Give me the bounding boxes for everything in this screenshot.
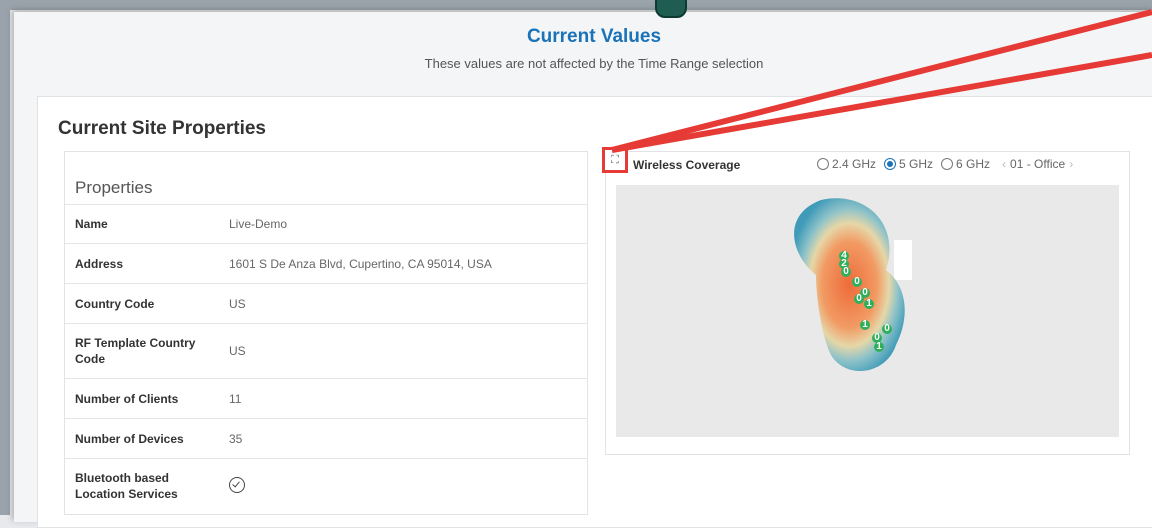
band-radio-6ghz[interactable]: 6 GHz — [941, 157, 990, 171]
table-row: Number of Devices 35 — [65, 418, 587, 459]
table-row: Name Live-Demo — [65, 204, 587, 244]
page-title: Current Values — [526, 26, 662, 47]
ap-marker[interactable]: 0 — [882, 324, 892, 334]
table-row: Country Code US — [65, 283, 587, 324]
ap-marker[interactable]: 1 — [874, 342, 884, 352]
band-label: 2.4 GHz — [832, 157, 877, 171]
section-title: Current Site Properties — [58, 118, 266, 139]
map-floorplan-gap — [894, 240, 912, 280]
property-value: Live-Demo — [229, 217, 288, 231]
band-label: 6 GHz — [956, 157, 991, 171]
page-subtitle: These values are not affected by the Tim… — [424, 56, 764, 71]
property-value: US — [229, 344, 246, 358]
expand-button[interactable]: ⛶ — [602, 147, 628, 173]
heatmap-svg — [616, 185, 1119, 437]
table-row: RF Template Country Code US — [65, 323, 587, 379]
expand-icon: ⛶ — [611, 153, 619, 166]
property-value: 35 — [229, 431, 243, 446]
radio-dot — [941, 158, 954, 170]
property-key: RF Template Country Code — [75, 336, 196, 366]
property-key: Name — [75, 217, 108, 231]
property-value: 1601 S De Anza Blvd, Cupertino, CA 95014… — [229, 256, 492, 271]
property-key: Address — [75, 256, 124, 271]
band-radio-5ghz[interactable]: 5 GHz — [884, 157, 933, 171]
window-frame-top — [0, 0, 1152, 10]
app-window: Current Values These values are not affe… — [14, 12, 1152, 528]
coverage-heatmap[interactable]: 4 2 0 0 0 0 1 1 0 0 1 — [616, 185, 1119, 437]
ap-marker[interactable]: 1 — [864, 299, 874, 309]
property-value: 11 — [229, 391, 242, 406]
coverage-title: Wireless Coverage — [633, 158, 741, 172]
ap-marker[interactable]: 1 — [860, 320, 870, 330]
current-values-header: Current Values These values are not affe… — [14, 12, 1152, 96]
properties-table: Name Live-Demo Address 1601 S De Anza Bl… — [65, 204, 587, 514]
chevron-right-icon[interactable]: › — [1065, 157, 1077, 171]
wireless-coverage-card: ⛶ Wireless Coverage 2.4 GHz 5 GHz 6 GHz … — [602, 147, 1130, 455]
ap-marker[interactable]: 0 — [854, 294, 864, 304]
radio-dot — [884, 158, 897, 170]
property-key: Number of Clients — [75, 391, 179, 406]
table-row: Address 1601 S De Anza Blvd, Cupertino, … — [65, 243, 587, 284]
check-circle-icon — [229, 476, 245, 493]
radio-dot — [817, 158, 829, 170]
window-frame-left — [0, 0, 10, 515]
site-properties-panel: Current Site Properties Properties Name … — [37, 96, 1152, 528]
floor-navigator: ‹ 01 - Office › — [998, 157, 1077, 171]
chevron-left-icon[interactable]: ‹ — [998, 157, 1010, 171]
properties-heading: Properties — [75, 178, 153, 197]
property-key: Bluetooth based Location Services — [75, 471, 178, 502]
property-value — [219, 459, 587, 514]
properties-card: Properties Name Live-Demo Address 1601 S… — [64, 151, 588, 515]
ap-marker[interactable]: 0 — [852, 277, 862, 287]
band-radio-2-4ghz[interactable]: 2.4 GHz — [817, 157, 876, 171]
band-label: 5 GHz — [899, 157, 934, 171]
floor-name: 01 - Office — [1010, 157, 1066, 171]
property-key: Number of Devices — [75, 431, 184, 446]
band-selector: 2.4 GHz 5 GHz 6 GHz ‹ 01 - Office › — [817, 157, 1077, 171]
property-key: Country Code — [75, 296, 155, 311]
ap-marker[interactable]: 0 — [841, 267, 851, 277]
table-row: Bluetooth based Location Services — [65, 458, 587, 514]
table-row: Number of Clients 11 — [65, 378, 587, 419]
property-value: US — [229, 296, 246, 311]
top-badge — [655, 0, 687, 18]
